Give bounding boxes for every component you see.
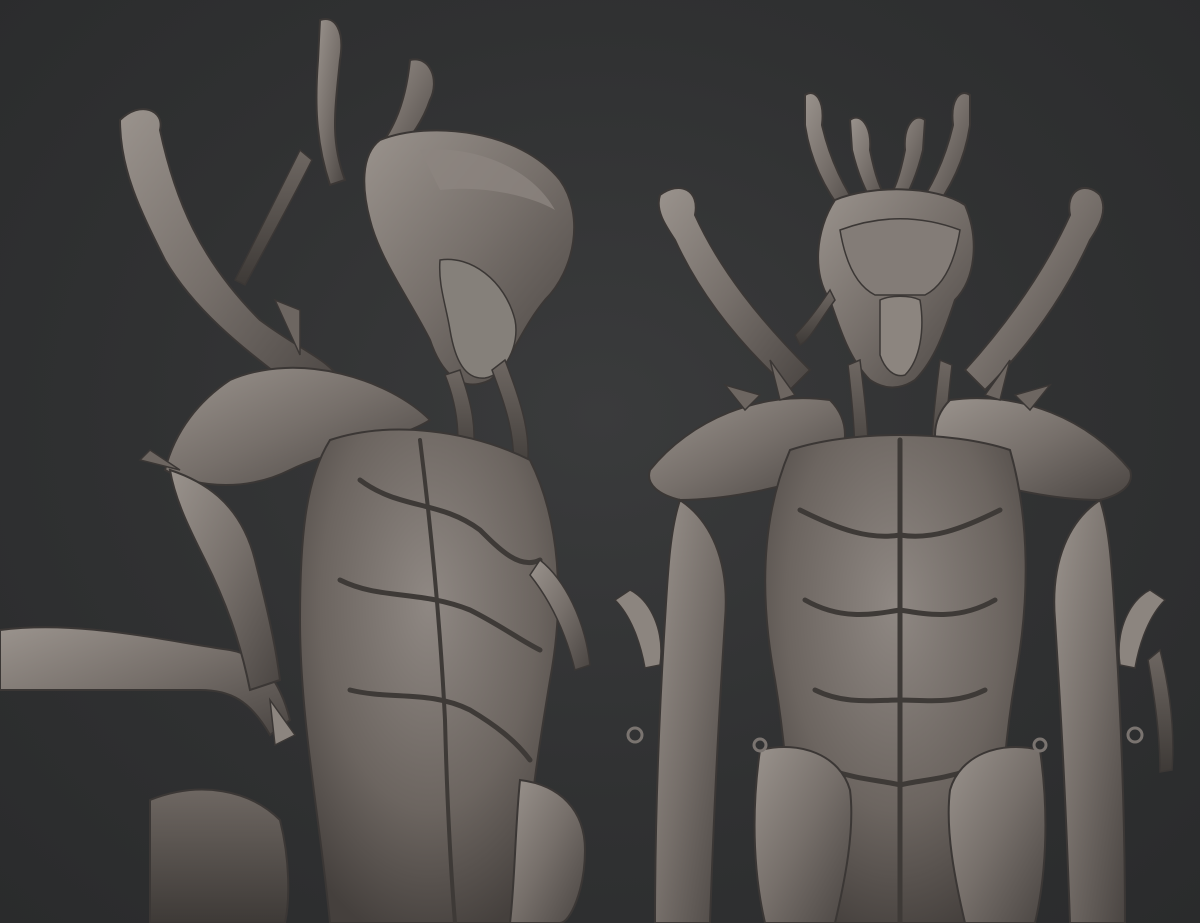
left-hip-armor — [508, 778, 587, 923]
left-antenna-1 — [315, 18, 347, 187]
right-hip-ring — [626, 726, 644, 744]
right-back-horn-left — [657, 186, 812, 392]
right-back-horn-right — [963, 186, 1105, 392]
creature-right — [613, 92, 1174, 923]
left-leg — [149, 788, 290, 923]
right-hip-ring — [1126, 726, 1144, 744]
right-arm-left — [653, 498, 727, 923]
right-hanging-tendril — [1147, 648, 1174, 773]
right-hip-armor-left — [753, 745, 853, 923]
right-head-tendril — [794, 288, 836, 347]
right-hip-armor-right — [947, 745, 1047, 923]
render-viewport — [0, 0, 1200, 923]
creature-left — [0, 18, 591, 923]
right-arm-right — [1053, 498, 1127, 923]
left-back-horn — [118, 108, 342, 402]
sculpt-render — [0, 18, 1174, 923]
left-antenna-branch — [233, 148, 313, 286]
right-claw-left — [613, 589, 662, 669]
